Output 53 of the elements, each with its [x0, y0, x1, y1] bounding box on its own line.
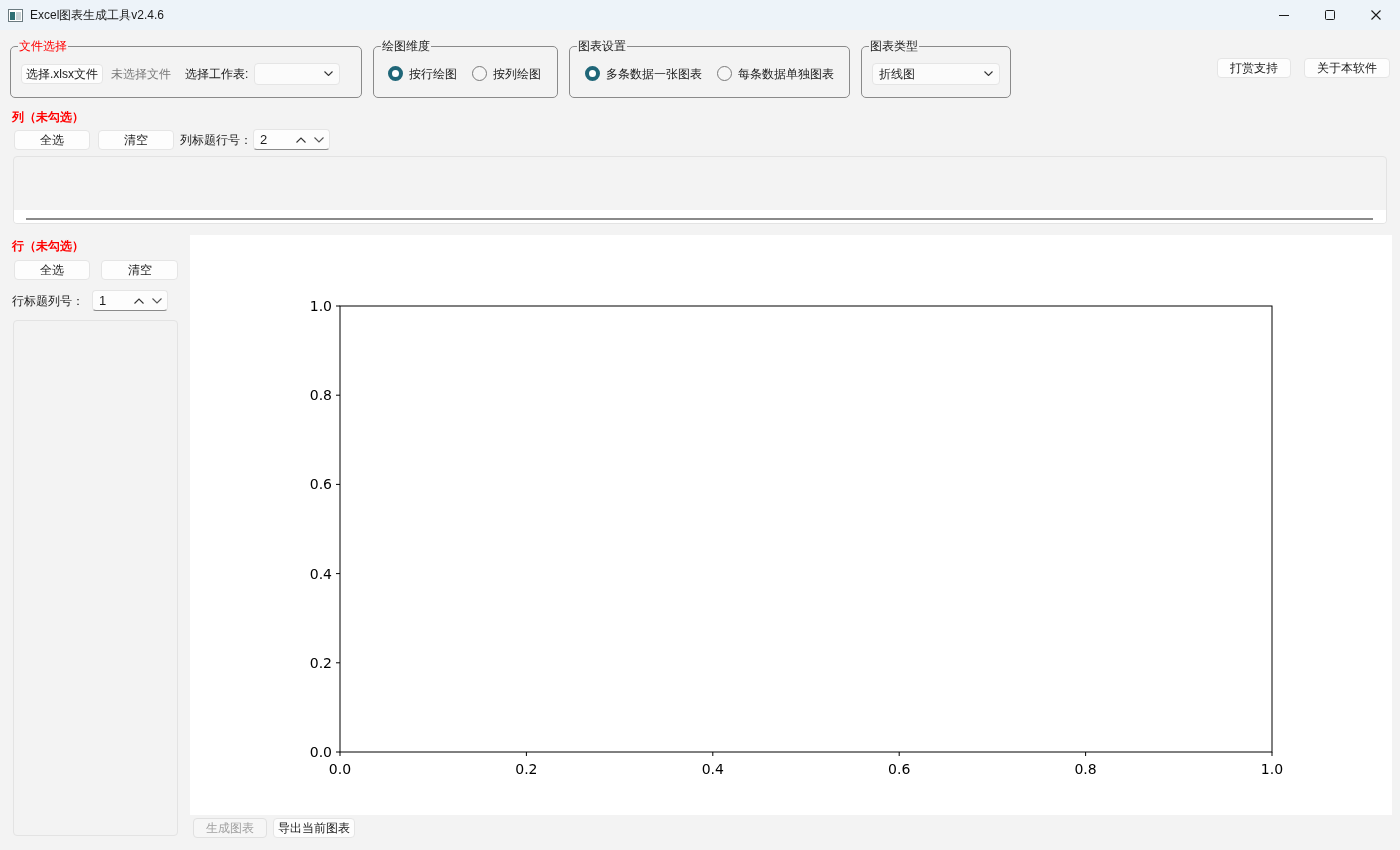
x-tick-label: 0.2: [515, 761, 538, 777]
x-tick-label: 0.6: [888, 761, 911, 777]
choose-file-button[interactable]: 选择.xlsx文件: [21, 63, 103, 84]
close-icon: [1371, 10, 1381, 20]
group-title: 图表类型: [869, 39, 919, 53]
radio-icon[interactable]: [717, 66, 732, 81]
maximize-icon: [1325, 10, 1335, 20]
group-title: 图表设置: [577, 39, 627, 53]
window-title: Excel图表生成工具v2.4.6: [30, 7, 165, 24]
header-column-spinbox[interactable]: 1: [92, 290, 168, 311]
y-tick-label: 0.6: [309, 476, 332, 493]
radio-option[interactable]: 每条数据单独图表: [717, 64, 834, 83]
x-tick-label: 0.8: [1074, 761, 1097, 777]
chevron-up-icon[interactable]: [134, 297, 144, 304]
radio-icon[interactable]: [585, 66, 600, 81]
header-column-label: 行标题列号：: [12, 292, 84, 310]
sheet-label: 选择工作表:: [185, 65, 249, 83]
chart-type-dropdown[interactable]: 折线图: [872, 62, 1000, 85]
group-title: 文件选择: [18, 39, 68, 53]
radio-icon[interactable]: [388, 66, 403, 81]
chevron-down-icon[interactable]: [152, 297, 162, 304]
toolbar-button[interactable]: 打赏支持: [1217, 58, 1291, 78]
y-tick-label: 0.4: [309, 565, 332, 582]
radio-option[interactable]: 多条数据一张图表: [585, 64, 702, 83]
minimize-icon: [1279, 14, 1289, 16]
radio-icon[interactable]: [472, 66, 487, 81]
select-all-button[interactable]: 全选: [14, 260, 90, 280]
group-title: 绘图维度: [381, 39, 431, 53]
header-row-spinbox[interactable]: 2: [253, 129, 330, 150]
y-tick-label: 0.8: [309, 387, 332, 404]
clear-button[interactable]: 清空: [98, 129, 174, 150]
section-title: 列（未勾选）: [12, 110, 85, 124]
horizontal-scrollbar[interactable]: [26, 218, 1373, 220]
y-tick-label: 1.0: [309, 298, 332, 314]
header-row-label: 列标题行号：: [180, 131, 252, 149]
chevron-down-icon[interactable]: [314, 136, 324, 143]
file-status-text: 未选择文件: [111, 65, 171, 83]
y-tick-label: 0.0: [309, 744, 332, 760]
app-icon: [8, 8, 23, 22]
clear-button[interactable]: 清空: [101, 260, 178, 280]
export-chart-button[interactable]: 导出当前图表: [273, 818, 355, 838]
select-all-button[interactable]: 全选: [14, 129, 90, 150]
toolbar-button[interactable]: 关于本软件: [1304, 58, 1390, 78]
x-tick-label: 1.0: [1260, 761, 1284, 777]
chevron-down-icon: [984, 71, 993, 76]
x-tick-label: 0.4: [701, 761, 724, 777]
y-tick-label: 0.2: [309, 654, 332, 671]
chevron-up-icon[interactable]: [296, 136, 306, 143]
radio-option[interactable]: 按列绘图: [472, 64, 541, 83]
chevron-down-icon: [324, 71, 334, 76]
x-tick-label: 0.0: [328, 761, 352, 777]
radio-option[interactable]: 按行绘图: [388, 64, 457, 83]
section-title: 行（未勾选）: [12, 239, 85, 253]
